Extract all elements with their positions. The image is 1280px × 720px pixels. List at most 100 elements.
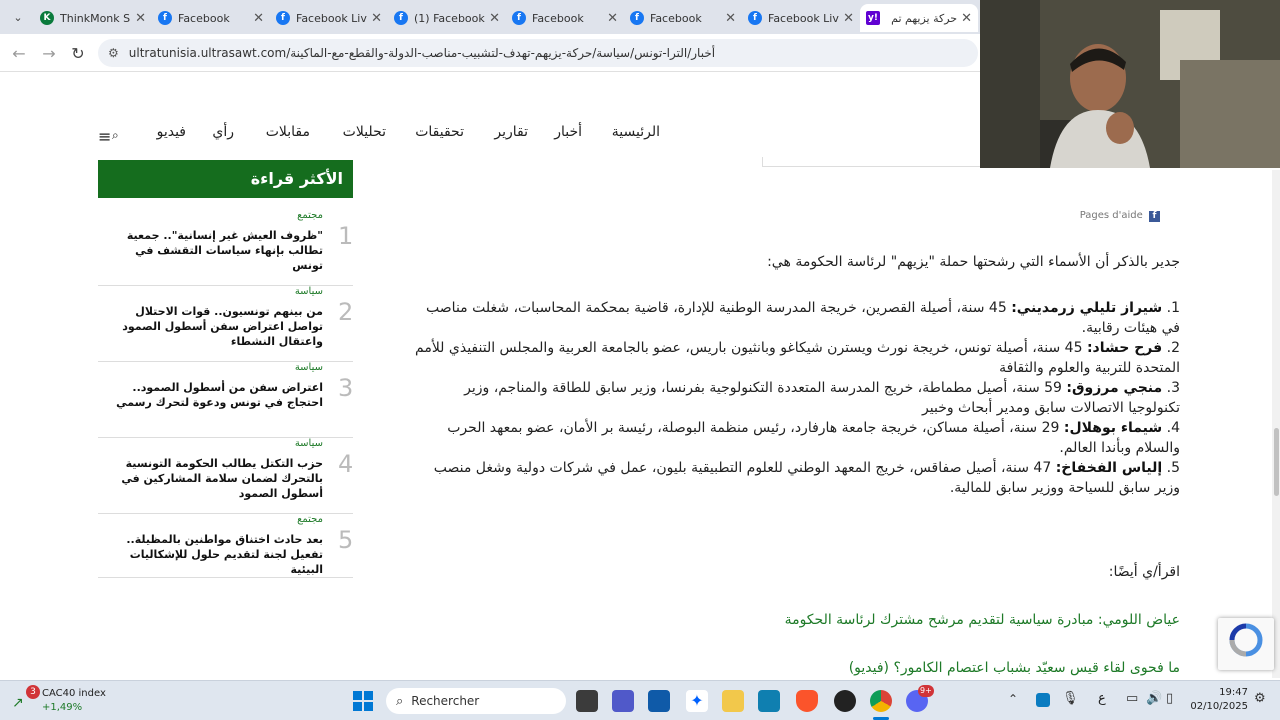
candidate-name: إلياس الفخفاخ: — [1055, 460, 1163, 476]
facebook-help-link[interactable]: Pages d'aide f — [1080, 210, 1160, 222]
close-tab-icon[interactable]: ✕ — [725, 11, 736, 26]
url-field[interactable]: ⚙ ultratunisia.ultrasawt.com/أخبار/الترا… — [98, 39, 978, 67]
stock-chart-icon: ↗ — [12, 695, 24, 711]
nav-interviews[interactable]: مقابلات — [266, 124, 310, 140]
close-tab-icon[interactable]: ✕ — [135, 11, 146, 26]
close-tab-icon[interactable]: ✕ — [371, 11, 382, 26]
clock-time: 19:47 — [1219, 687, 1248, 698]
article-title-link[interactable]: "ظروف العيش غير إنسانية".. جمعية تطالب ب… — [108, 228, 323, 273]
webcam-person-image — [980, 0, 1280, 168]
forward-arrow-icon[interactable]: → — [38, 43, 60, 65]
nav-home[interactable]: الرئيسية — [612, 124, 660, 140]
defender-icon[interactable] — [1036, 693, 1050, 707]
category-label[interactable]: مجتمع — [297, 514, 323, 525]
most-read-item[interactable]: 3 سياسة اعتراض سفن من أسطول الصمود.. احت… — [98, 362, 353, 438]
category-label[interactable]: سياسة — [295, 286, 323, 297]
category-label[interactable]: سياسة — [295, 438, 323, 449]
article-title-link[interactable]: اعتراض سفن من أسطول الصمود.. احتجاج في ت… — [108, 380, 323, 410]
nav-opinion[interactable]: رأي — [212, 124, 234, 140]
category-label[interactable]: مجتمع — [297, 210, 323, 221]
close-tab-icon[interactable]: ✕ — [607, 11, 618, 26]
notification-bell-icon[interactable]: ⚙ — [1254, 691, 1266, 706]
list-number: 3. — [1166, 380, 1180, 396]
remote-desktop-icon[interactable] — [758, 690, 780, 712]
windows-logo-icon — [353, 691, 373, 711]
close-tab-icon[interactable]: ✕ — [843, 11, 854, 26]
clock[interactable]: 19:47 02/10/2025 — [1186, 687, 1248, 712]
browser-tab[interactable]: f (1) Facebook ✕ — [388, 4, 506, 32]
site-info-icon[interactable]: ⚙ — [108, 46, 119, 60]
microphone-icon[interactable]: 🎙 — [1062, 691, 1079, 706]
facebook-icon: f — [394, 11, 408, 25]
browser-tab-strip: ⌄ K ThinkMonk S ✕ f Facebook ✕ f Faceboo… — [0, 0, 980, 34]
candidate-bio: 45 سنة، أصيلة تونس، خريجة نورث ويسترن شي… — [415, 340, 1180, 376]
show-hidden-icons[interactable]: ⌃ — [1008, 692, 1018, 706]
windows-taskbar: 3 ↗ CAC40 index +1,49% ⌕ Rechercher ✦ 9+… — [0, 680, 1280, 720]
reload-icon[interactable]: ↻ — [67, 43, 89, 65]
obs-icon[interactable] — [834, 690, 856, 712]
taskbar-search-box[interactable]: ⌕ Rechercher — [386, 688, 566, 714]
page-scrollbar[interactable] — [1272, 170, 1280, 678]
file-explorer-icon[interactable] — [722, 690, 744, 712]
task-view-icon[interactable] — [576, 690, 598, 712]
close-tab-icon[interactable]: ✕ — [489, 11, 500, 26]
teams-icon[interactable] — [612, 690, 634, 712]
dropbox-icon[interactable]: ✦ — [686, 690, 708, 712]
most-read-item[interactable]: 1 مجتمع "ظروف العيش غير إنسانية".. جمعية… — [98, 210, 353, 286]
most-read-item[interactable]: 2 سياسة من بينهم تونسيون.. قوات الاحتلال… — [98, 286, 353, 362]
related-article-link[interactable]: ما فحوى لقاء قيس سعيّد بشباب اعتصام الكا… — [849, 660, 1180, 676]
network-icon[interactable]: ▭ — [1126, 691, 1138, 706]
widget-value: +1,49% — [42, 702, 83, 713]
category-label[interactable]: سياسة — [295, 362, 323, 373]
nav-video[interactable]: فيديو — [157, 124, 186, 140]
tab-title: Facebook Liv — [296, 11, 367, 25]
scrollbar-thumb[interactable] — [1274, 428, 1279, 496]
recaptcha-icon — [1229, 623, 1263, 657]
back-arrow-icon[interactable]: ← — [8, 43, 30, 65]
language-indicator[interactable]: ع — [1098, 691, 1106, 706]
related-article-link[interactable]: عياض اللومي: مبادرة سياسية لتقديم مرشح م… — [785, 612, 1180, 628]
facebook-icon: f — [1149, 211, 1160, 222]
rank-number: 1 — [338, 222, 354, 250]
facebook-icon: f — [630, 11, 644, 25]
candidate-list-item: 4. شيماء بوهلال: 29 سنة، أصيلة مساكن، خر… — [410, 418, 1180, 458]
browser-tab-active[interactable]: y! حركة يزيهم تم ✕ — [860, 4, 978, 32]
browser-tab[interactable]: f Facebook Liv ✕ — [270, 4, 388, 32]
list-number: 1. — [1166, 300, 1180, 316]
browser-tab[interactable]: f Facebook Liv ✕ — [742, 4, 860, 32]
most-read-item[interactable]: 5 مجتمع بعد حادث اختناق مواطنين بالمظيلة… — [98, 514, 353, 578]
start-button[interactable] — [352, 690, 374, 712]
article-title-link[interactable]: حزب التكتل يطالب الحكومة التونسية بالتحر… — [108, 456, 323, 501]
brave-browser-icon[interactable] — [796, 690, 818, 712]
chrome-icon[interactable] — [870, 690, 892, 712]
tab-title: Facebook — [532, 11, 584, 25]
browser-tab[interactable]: f Facebook ✕ — [506, 4, 624, 32]
nav-reports[interactable]: تقارير — [494, 124, 528, 140]
clock-date: 02/10/2025 — [1190, 701, 1248, 712]
nav-analyses[interactable]: تحليلات — [343, 124, 386, 140]
facebook-icon: f — [158, 11, 172, 25]
news-widget[interactable]: 3 ↗ CAC40 index +1,49% — [8, 685, 118, 717]
browser-tab[interactable]: f Facebook ✕ — [152, 4, 270, 32]
article-title-link[interactable]: من بينهم تونسيون.. قوات الاحتلال تواصل ا… — [108, 304, 323, 349]
candidate-name: منجي مرزوق: — [1066, 380, 1163, 396]
candidate-list-item: 5. إلياس الفخفاخ: 47 سنة، أصيل صفاقس، خر… — [410, 458, 1180, 498]
volume-icon[interactable]: 🔊 — [1146, 691, 1162, 706]
nav-investigations[interactable]: تحقيقات — [415, 124, 464, 140]
browser-tab[interactable]: f Facebook ✕ — [624, 4, 742, 32]
site-navigation: الرئيسية أخبار تقارير تحقيقات تحليلات مق… — [98, 118, 678, 150]
widget-title: CAC40 index — [42, 688, 106, 699]
most-read-heading: الأكثر قراءة — [98, 160, 353, 198]
notification-badge: 3 — [26, 685, 40, 699]
tab-search-dropdown-icon[interactable]: ⌄ — [8, 8, 28, 28]
nav-news[interactable]: أخبار — [554, 124, 582, 140]
recaptcha-badge[interactable] — [1218, 618, 1274, 670]
battery-icon[interactable]: ▯ — [1166, 691, 1173, 706]
close-tab-icon[interactable]: ✕ — [961, 11, 972, 26]
most-read-item[interactable]: 4 سياسة حزب التكتل يطالب الحكومة التونسي… — [98, 438, 353, 514]
browser-tab[interactable]: K ThinkMonk S ✕ — [34, 4, 152, 32]
store-icon[interactable] — [648, 690, 670, 712]
address-bar-row: ← → ↻ ⚙ ultratunisia.ultrasawt.com/أخبار… — [0, 34, 980, 72]
close-tab-icon[interactable]: ✕ — [253, 11, 264, 26]
article-title-link[interactable]: بعد حادث اختناق مواطنين بالمظيلة.. تفعيل… — [108, 532, 323, 577]
